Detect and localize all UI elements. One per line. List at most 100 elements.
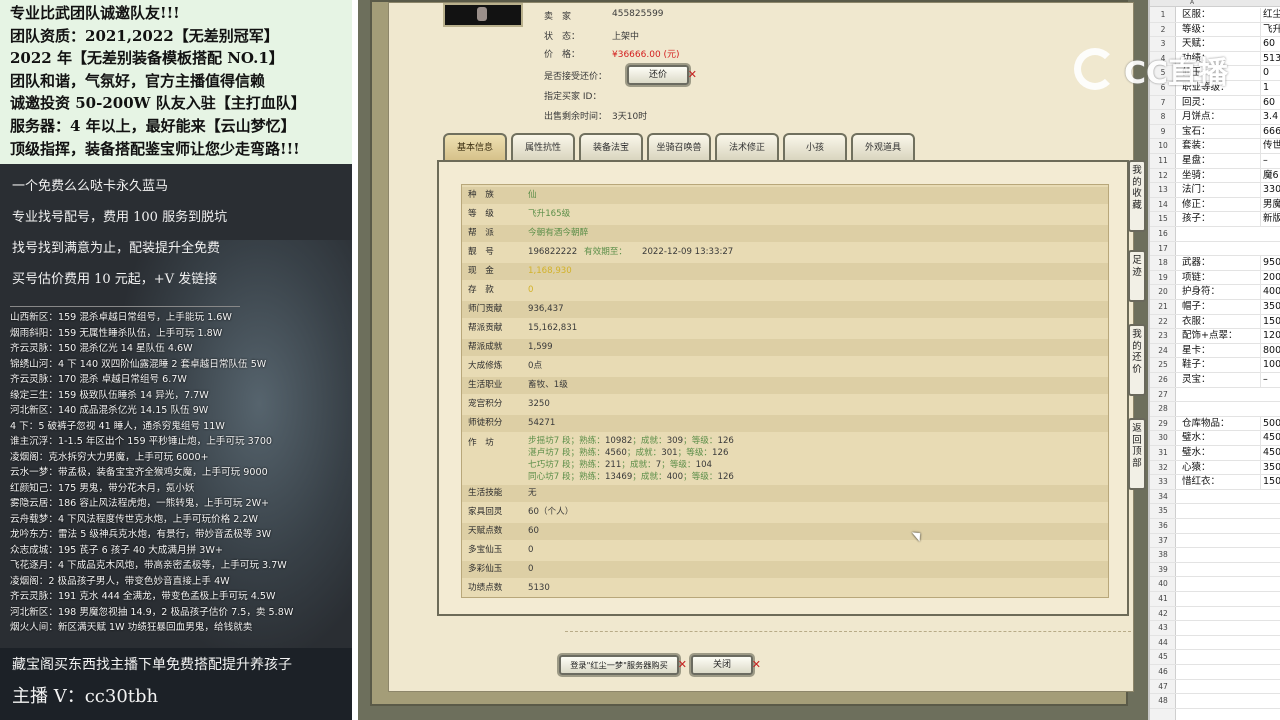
sheet-cell-label[interactable]: 星盘： <box>1182 154 1211 168</box>
sheet-cell-value[interactable]: – <box>1260 373 1280 387</box>
sheet-cell-value[interactable]: 9500 <box>1260 256 1280 271</box>
sheet-cell-label[interactable]: 璧水： <box>1182 446 1211 460</box>
sheet-row[interactable]: 15 孩子： 新版 <box>1150 212 1280 227</box>
sheet-cell-value[interactable]: 3.4 <box>1260 110 1280 125</box>
sheet-row[interactable]: 11 星盘： – <box>1150 154 1280 169</box>
sheet-cell-value[interactable]: 200 <box>1260 270 1280 285</box>
sheet-cell-label[interactable]: 孩子： <box>1182 212 1211 226</box>
sheet-cell-label[interactable]: 区服： <box>1182 8 1211 22</box>
sheet-cell-value[interactable]: 450 <box>1260 446 1280 460</box>
sheet-cell-value[interactable]: 1000 <box>1260 358 1280 373</box>
sheet-row[interactable]: 13 法门： 330 <box>1150 183 1280 198</box>
sheet-cell-label[interactable]: 修正： <box>1182 198 1211 212</box>
sheet-cell-value[interactable]: 男魔 <box>1260 197 1280 212</box>
sheet-cell-label[interactable]: 项链： <box>1182 271 1211 285</box>
sheet-row[interactable]: 47 <box>1150 680 1280 695</box>
sheet-row[interactable]: 25 鞋子： 1000 <box>1150 358 1280 373</box>
sheet-row[interactable]: 12 坐骑： 魔6 <box>1150 168 1280 184</box>
sheet-cell-value[interactable]: 500 <box>1260 416 1280 431</box>
sheet-cell-label[interactable]: 武器： <box>1182 256 1211 270</box>
sheet-cell-value[interactable]: 6665 <box>1260 124 1280 139</box>
sheet-row[interactable]: 31 璧水： 450 <box>1150 446 1280 461</box>
sheet-cell-label[interactable]: 坐骑： <box>1182 169 1211 183</box>
sheet-row[interactable]: 16 <box>1150 227 1280 242</box>
sheet-cell-value[interactable]: 60 <box>1260 37 1280 52</box>
tab-appearance[interactable]: 外观道具 <box>851 133 915 160</box>
sheet-row[interactable]: 19 项链： 200 <box>1150 270 1280 286</box>
tab-children[interactable]: 小孩 <box>783 133 847 160</box>
sheet-cell-value[interactable]: 魔6 <box>1260 168 1280 183</box>
sheet-row[interactable]: 29 仓库物品： 500 <box>1150 416 1280 432</box>
sheet-row[interactable]: 40 <box>1150 577 1280 592</box>
sheet-cell-value[interactable]: 450 <box>1260 431 1280 446</box>
sheet-cell-label[interactable]: 衣服： <box>1182 315 1211 329</box>
side-tab-back-to-top[interactable]: 返回顶部 <box>1128 418 1146 490</box>
sheet-cell-label[interactable]: 鞋子： <box>1182 358 1211 372</box>
sheet-row[interactable]: 45 <box>1150 650 1280 665</box>
sheet-cell-label[interactable]: 星卡： <box>1182 344 1211 358</box>
sheet-row[interactable]: 21 帽子： 350 <box>1150 300 1280 315</box>
sheet-cell-value[interactable]: 350 <box>1260 300 1280 314</box>
sheet-cell-value[interactable]: 150 <box>1260 314 1280 329</box>
sheet-cell-label[interactable]: 护身符： <box>1182 285 1220 299</box>
sheet-cell-value[interactable]: 1 <box>1260 81 1280 95</box>
sheet-cell-label[interactable]: 仓库物品： <box>1182 417 1230 431</box>
sheet-row[interactable]: 46 <box>1150 665 1280 680</box>
sheet-cell-label[interactable]: 惜红衣： <box>1182 475 1220 489</box>
sheet-row[interactable]: 44 <box>1150 636 1280 651</box>
sheet-cell-value[interactable]: 0 <box>1260 66 1280 81</box>
tab-spell-modifiers[interactable]: 法术修正 <box>715 133 779 160</box>
sheet-cell-value[interactable]: – <box>1260 154 1280 168</box>
sheet-cell-value[interactable]: 4000 <box>1260 285 1280 300</box>
sheet-cell-value[interactable]: 新版 <box>1260 212 1280 227</box>
sheet-row[interactable]: 18 武器： 9500 <box>1150 256 1280 271</box>
sheet-cell-value[interactable]: 3500 <box>1260 460 1280 475</box>
tab-attributes[interactable]: 属性抗性 <box>511 133 575 160</box>
sheet-row[interactable]: 37 <box>1150 534 1280 549</box>
sheet-cell-value[interactable]: 5130 <box>1260 51 1280 66</box>
sheet-row[interactable]: 33 惜红衣： 1500 <box>1150 475 1280 490</box>
sheet-row[interactable]: 9 宝石： 6665 <box>1150 124 1280 140</box>
sheet-row[interactable]: 14 修正： 男魔 <box>1150 197 1280 213</box>
sheet-cell-label[interactable]: 宝石： <box>1182 125 1211 139</box>
sheet-cell-label[interactable]: 月饼点： <box>1182 110 1220 124</box>
sheet-row[interactable]: 28 <box>1150 402 1280 417</box>
sheet-cell-value[interactable]: 60 <box>1260 95 1280 110</box>
sheet-row[interactable]: 22 衣服： 150 <box>1150 314 1280 330</box>
sheet-cell-label[interactable]: 璧水： <box>1182 431 1211 445</box>
sheet-cell-value[interactable]: 330 <box>1260 183 1280 198</box>
sheet-cell-value[interactable]: 传世 <box>1260 139 1280 154</box>
sheet-cell-value[interactable]: 1500 <box>1260 475 1280 490</box>
sheet-row[interactable]: 24 星卡： 800 <box>1150 343 1280 359</box>
tab-mounts-pets[interactable]: 坐骑召唤兽 <box>647 133 711 160</box>
close-button[interactable]: 关闭 ✕ <box>691 655 761 675</box>
tab-equipment[interactable]: 装备法宝 <box>579 133 643 160</box>
sheet-row[interactable]: 39 <box>1150 563 1280 578</box>
sheet-row[interactable]: 36 <box>1150 519 1280 534</box>
sheet-cell-label[interactable]: 套装： <box>1182 139 1211 153</box>
sheet-cell-value[interactable]: 飞升 <box>1260 22 1280 37</box>
sheet-row[interactable]: 38 <box>1150 548 1280 563</box>
sheet-cell-value[interactable]: 1200 <box>1260 329 1280 344</box>
sheet-cell-label[interactable]: 等级： <box>1182 23 1211 37</box>
sheet-row[interactable]: 10 套装： 传世 <box>1150 139 1280 154</box>
side-tab-favorites[interactable]: 我的收藏 <box>1128 160 1146 232</box>
sheet-cell-label[interactable]: 配饰+点翠： <box>1182 329 1237 343</box>
sheet-row[interactable]: 35 <box>1150 504 1280 519</box>
sheet-cell-label[interactable]: 心猿： <box>1182 461 1211 475</box>
sheet-row[interactable]: 30 璧水： 450 <box>1150 431 1280 446</box>
sheet-cell-value[interactable]: 红尘 <box>1260 8 1280 22</box>
sheet-row[interactable]: 27 <box>1150 388 1280 403</box>
sheet-row[interactable]: 48 <box>1150 694 1280 709</box>
sheet-row[interactable]: 1 区服： 红尘 <box>1150 8 1280 23</box>
side-tab-footprints[interactable]: 足迹 <box>1128 250 1146 302</box>
sheet-row[interactable]: 2 等级： 飞升 <box>1150 22 1280 38</box>
sheet-row[interactable]: 34 <box>1150 490 1280 505</box>
sheet-row[interactable]: 42 <box>1150 607 1280 622</box>
sheet-row[interactable]: 32 心猿： 3500 <box>1150 460 1280 476</box>
side-tab-my-bargains[interactable]: 我的还价 <box>1128 324 1146 396</box>
sheet-row[interactable]: 43 <box>1150 621 1280 636</box>
sheet-row[interactable]: 41 <box>1150 592 1280 607</box>
login-purchase-button[interactable]: 登录"红尘一梦"服务器购买 ✕ <box>559 655 687 675</box>
sheet-row[interactable]: 8 月饼点： 3.4 <box>1150 110 1280 125</box>
